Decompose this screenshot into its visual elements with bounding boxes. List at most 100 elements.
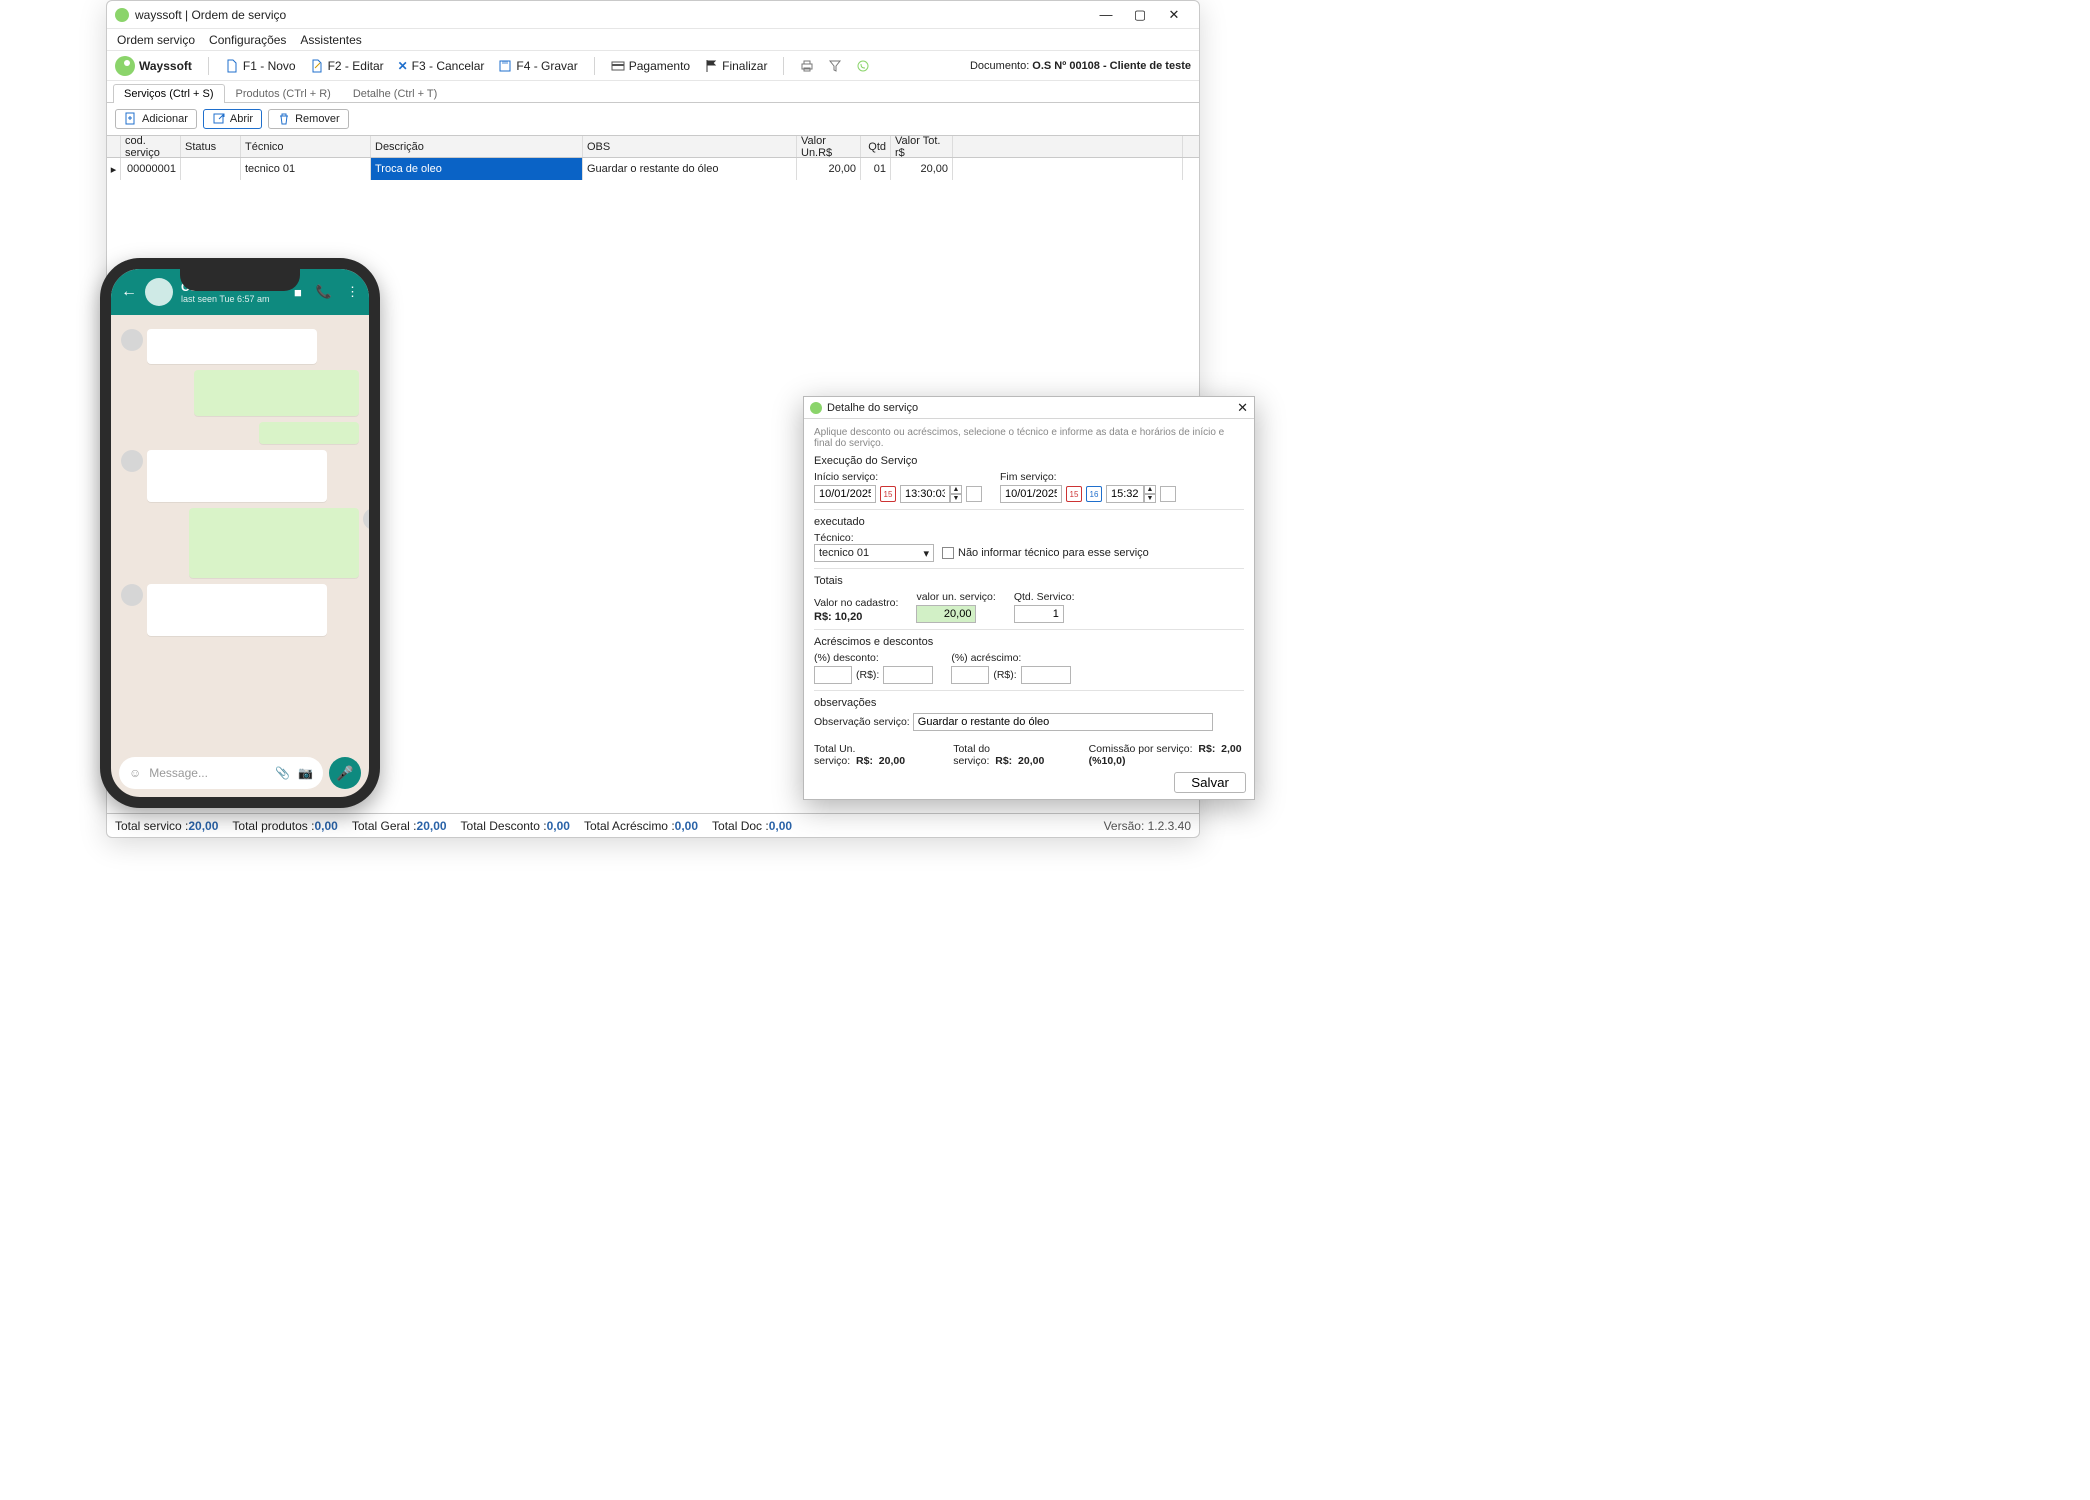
selected-cell[interactable]: Troca de oleo (371, 158, 583, 180)
inicio-time-input[interactable] (900, 485, 950, 503)
qtd-input[interactable] (1014, 605, 1064, 623)
inicio-extra-box[interactable] (966, 486, 982, 502)
emoji-icon[interactable]: ☺ (129, 766, 141, 780)
services-grid: cod. serviço Status Técnico Descrição OB… (107, 135, 1199, 180)
col-tecnico[interactable]: Técnico (241, 136, 371, 157)
more-menu-icon[interactable]: ⋮ (346, 284, 359, 300)
tab-produtos[interactable]: Produtos (CTrl + R) (225, 84, 342, 103)
edit-file-icon (310, 59, 324, 73)
new-file-icon (225, 59, 239, 73)
menu-ordem[interactable]: Ordem serviço (117, 33, 195, 47)
chat-body[interactable] (111, 315, 369, 755)
menubar: Ordem serviço Configurações Assistentes (107, 29, 1199, 51)
phone-mockup: ← Contact last seen Tue 6:57 am ■ 📞 ⋮ ☺ … (100, 258, 380, 808)
dialog-hint: Aplique desconto ou acréscimos, selecion… (814, 427, 1244, 449)
avatar-icon (121, 329, 143, 351)
phone-call-icon[interactable]: 📞 (316, 284, 332, 300)
maximize-button[interactable]: ▢ (1123, 7, 1157, 23)
phone-notch (180, 267, 300, 291)
fim-time-input[interactable] (1106, 485, 1144, 503)
acrescimo-pct-input[interactable] (951, 666, 989, 684)
whatsapp-icon[interactable] (856, 59, 870, 73)
dialog-close-button[interactable]: ✕ (1237, 400, 1248, 416)
observacao-input[interactable] (913, 713, 1213, 731)
col-status[interactable]: Status (181, 136, 241, 157)
col-desc[interactable]: Descrição (371, 136, 583, 157)
status-footer: Total servico :20,00 Total produtos :0,0… (107, 813, 1199, 837)
col-cod[interactable]: cod. serviço (121, 136, 181, 157)
section-executado: executado (814, 516, 1244, 528)
grid-header: cod. serviço Status Técnico Descrição OB… (107, 136, 1199, 158)
avatar-icon (121, 450, 143, 472)
flag-icon (704, 59, 718, 73)
f4-gravar[interactable]: F4 - Gravar (498, 59, 577, 73)
finalizar-button[interactable]: Finalizar (704, 59, 767, 73)
f1-novo[interactable]: F1 - Novo (225, 59, 296, 73)
titlebar: wayssoft | Ordem de serviço — ▢ ✕ (107, 1, 1199, 29)
dialog-title: Detalhe do serviço (827, 402, 918, 414)
bubble-out (189, 508, 359, 578)
inicio-date-input[interactable] (814, 485, 876, 503)
tab-servicos[interactable]: Serviços (Ctrl + S) (113, 84, 225, 103)
bubble-out (194, 370, 359, 416)
fim-extra-box[interactable] (1160, 486, 1176, 502)
detail-dialog: Detalhe do serviço ✕ Aplique desconto ou… (803, 396, 1255, 800)
col-valor-un[interactable]: Valor Un.R$ (797, 136, 861, 157)
avatar-icon (121, 584, 143, 606)
row-indicator-icon: ▸ (107, 158, 121, 180)
open-button[interactable]: Abrir (203, 109, 262, 129)
fim-date-input[interactable] (1000, 485, 1062, 503)
valor-un-input[interactable] (916, 605, 976, 623)
add-button[interactable]: Adicionar (115, 109, 197, 129)
trash-icon (277, 112, 291, 126)
back-arrow-icon[interactable]: ← (121, 283, 137, 301)
no-tecnico-checkbox[interactable]: Não informar técnico para esse serviço (942, 547, 1149, 559)
close-button[interactable]: ✕ (1157, 7, 1191, 23)
bubble-in (147, 584, 327, 636)
calendar-icon[interactable]: 15 (1066, 486, 1082, 502)
last-seen: last seen Tue 6:57 am (181, 294, 280, 304)
acrescimo-rs-input[interactable] (1021, 666, 1071, 684)
tecnico-select[interactable]: tecnico 01▾ (814, 544, 934, 562)
save-icon (498, 59, 512, 73)
avatar-icon (363, 508, 380, 530)
menu-config[interactable]: Configurações (209, 33, 286, 47)
cancel-x-icon: ✕ (398, 59, 408, 73)
version-label: Versão: 1.2.3.40 (1104, 819, 1191, 833)
brand-logo-icon (115, 56, 135, 76)
pagamento-button[interactable]: Pagamento (611, 59, 690, 73)
col-valor-tot[interactable]: Valor Tot. r$ (891, 136, 953, 157)
minimize-button[interactable]: — (1089, 7, 1123, 22)
message-input[interactable]: ☺ Message... 📎 📷 (119, 757, 323, 789)
avatar[interactable] (145, 278, 173, 306)
f3-cancelar[interactable]: ✕ F3 - Cancelar (398, 59, 485, 73)
attach-icon[interactable]: 📎 (275, 766, 290, 780)
brand-text: Wayssoft (139, 59, 192, 73)
app-icon (115, 8, 129, 22)
payment-icon (611, 59, 625, 73)
camera-icon[interactable]: 📷 (298, 766, 313, 780)
remove-button[interactable]: Remover (268, 109, 349, 129)
save-button[interactable]: Salvar (1174, 772, 1246, 793)
desconto-rs-input[interactable] (883, 666, 933, 684)
totals-line: Total Un. serviço: R$: 20,00 Total do se… (814, 743, 1244, 767)
calendar-icon[interactable]: 16 (1086, 486, 1102, 502)
document-label: Documento:O.S Nº 00108 - Cliente de test… (970, 60, 1191, 72)
funnel-icon[interactable] (828, 59, 842, 73)
brand: Wayssoft (115, 56, 192, 76)
menu-assist[interactable]: Assistentes (300, 33, 361, 47)
dialog-app-icon (810, 402, 822, 414)
chevron-down-icon: ▾ (923, 547, 929, 560)
add-icon (124, 112, 138, 126)
col-obs[interactable]: OBS (583, 136, 797, 157)
subtabs: Serviços (Ctrl + S) Produtos (CTrl + R) … (107, 81, 1199, 103)
table-row[interactable]: ▸ 00000001 tecnico 01 Troca de oleo Guar… (107, 158, 1199, 180)
desconto-pct-input[interactable] (814, 666, 852, 684)
mic-button[interactable]: 🎤 (329, 757, 361, 789)
video-call-icon[interactable]: ■ (294, 285, 302, 300)
col-qtd[interactable]: Qtd (861, 136, 891, 157)
printer-icon[interactable] (800, 59, 814, 73)
calendar-icon[interactable]: 15 (880, 486, 896, 502)
f2-editar[interactable]: F2 - Editar (310, 59, 384, 73)
tab-detalhe[interactable]: Detalhe (Ctrl + T) (342, 84, 448, 103)
